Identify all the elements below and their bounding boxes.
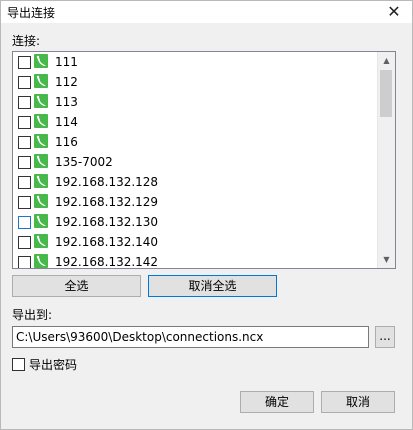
connection-checkbox[interactable] xyxy=(18,116,31,129)
connection-checkbox[interactable] xyxy=(18,76,31,89)
connection-checkbox[interactable] xyxy=(18,196,31,209)
list-item[interactable]: 114 xyxy=(13,112,376,132)
connection-checkbox[interactable] xyxy=(18,136,31,149)
connection-name: 192.168.132.130 xyxy=(55,215,159,229)
list-item[interactable]: 192.168.132.130 xyxy=(13,212,376,232)
connection-checkbox[interactable] xyxy=(18,216,31,229)
connection-checkbox[interactable] xyxy=(18,256,31,268)
connection-icon xyxy=(34,54,48,68)
scroll-up-icon[interactable]: ▲ xyxy=(378,52,395,69)
export-to-label: 导出到: xyxy=(12,308,53,322)
connection-checkbox[interactable] xyxy=(18,176,31,189)
connection-name: 114 xyxy=(55,115,78,129)
ok-button[interactable]: 确定 xyxy=(240,391,314,413)
list-item[interactable]: 111 xyxy=(13,52,376,72)
cancel-button[interactable]: 取消 xyxy=(321,391,395,413)
list-item[interactable]: 112 xyxy=(13,72,376,92)
connection-name: 192.168.132.142 xyxy=(55,255,159,269)
title-bar: 导出连接 ✕ xyxy=(1,1,412,23)
connection-icon xyxy=(34,194,48,208)
connection-icon xyxy=(34,134,48,148)
list-item[interactable]: 116 xyxy=(13,132,376,152)
deselect-all-button[interactable]: 取消全选 xyxy=(148,275,277,297)
close-icon[interactable]: ✕ xyxy=(384,2,404,22)
connection-icon xyxy=(34,74,48,88)
connection-icon xyxy=(34,94,48,108)
connection-icon xyxy=(34,214,48,228)
connection-name: 116 xyxy=(55,135,78,149)
connection-name: 192.168.132.129 xyxy=(55,195,159,209)
connection-checkbox[interactable] xyxy=(18,56,31,69)
list-item[interactable]: 113 xyxy=(13,92,376,112)
scrollbar-thumb[interactable] xyxy=(380,70,392,117)
connection-icon xyxy=(34,254,48,268)
connection-icon xyxy=(34,154,48,168)
vertical-scrollbar[interactable]: ▲ ▼ xyxy=(377,52,395,268)
list-item[interactable]: 135-7002 xyxy=(13,152,376,172)
export-connections-dialog: 导出连接 ✕ 连接: 111 112 113 114 116 135-7002 192.16… xyxy=(0,0,413,430)
connection-checkbox[interactable] xyxy=(18,236,31,249)
connection-icon xyxy=(34,174,48,188)
list-item[interactable]: 192.168.132.140 xyxy=(13,232,376,252)
list-item[interactable]: 192.168.132.129 xyxy=(13,192,376,212)
connection-name: 112 xyxy=(55,75,78,89)
export-password-label: 导出密码 xyxy=(29,358,78,372)
list-item[interactable]: 192.168.132.128 xyxy=(13,172,376,192)
export-path-input[interactable] xyxy=(12,326,369,348)
connection-checkbox[interactable] xyxy=(18,96,31,109)
browse-button[interactable]: ... xyxy=(375,326,395,348)
dialog-title: 导出连接 xyxy=(7,6,56,20)
export-password-checkbox[interactable] xyxy=(12,358,25,371)
connection-checkbox[interactable] xyxy=(18,156,31,169)
list-item[interactable]: 192.168.132.142 xyxy=(13,252,376,269)
connection-name: 135-7002 xyxy=(55,155,113,169)
connection-icon xyxy=(34,114,48,128)
connection-name: 111 xyxy=(55,55,78,69)
scroll-down-icon[interactable]: ▼ xyxy=(378,251,395,268)
connections-list[interactable]: 111 112 113 114 116 135-7002 192.168.132.128 19… xyxy=(12,51,396,269)
select-all-button[interactable]: 全选 xyxy=(12,275,141,297)
connections-label: 连接: xyxy=(12,34,41,48)
connection-icon xyxy=(34,234,48,248)
connection-name: 192.168.132.140 xyxy=(55,235,159,249)
connection-name: 192.168.132.128 xyxy=(55,175,159,189)
connection-name: 113 xyxy=(55,95,78,109)
